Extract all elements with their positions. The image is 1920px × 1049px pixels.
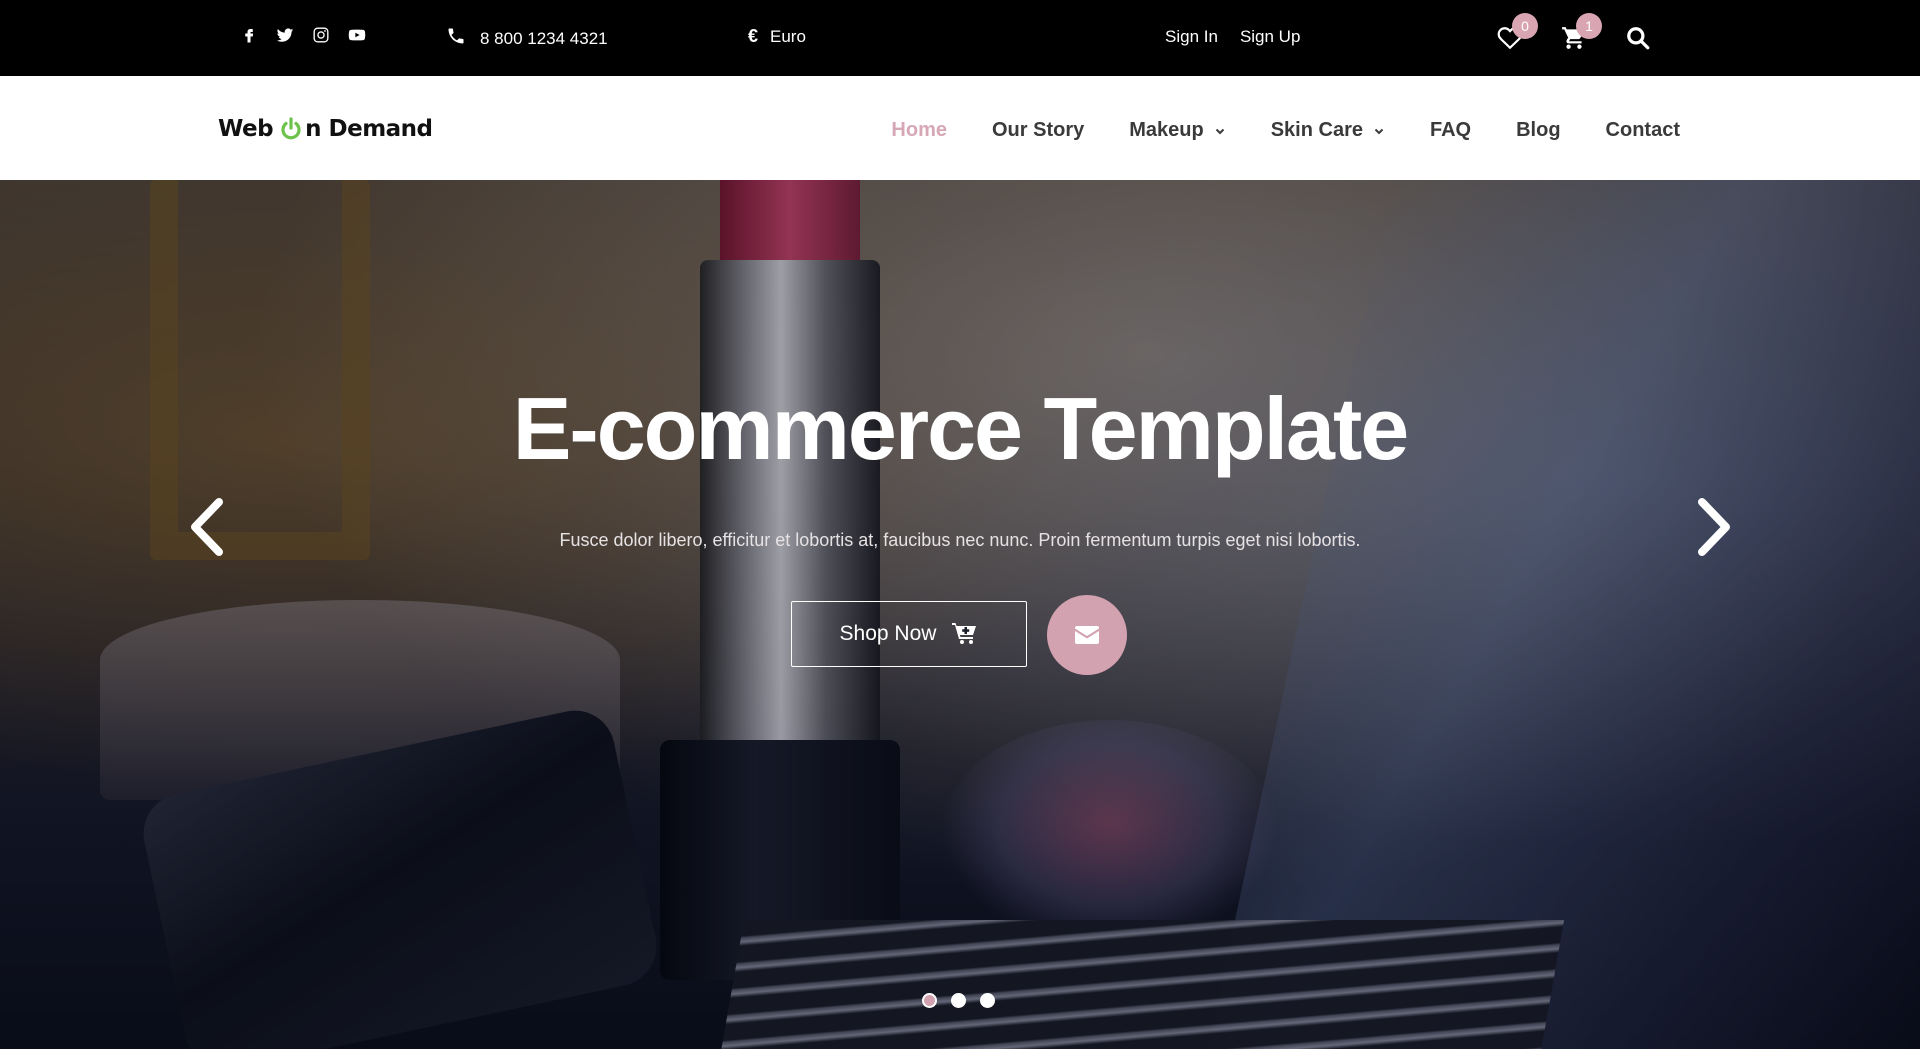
power-icon: [281, 117, 301, 140]
slider-pagination: [922, 993, 995, 1008]
sign-in-link[interactable]: Sign In: [1165, 27, 1218, 47]
youtube-icon[interactable]: [346, 24, 368, 46]
facebook-icon[interactable]: [238, 24, 260, 46]
phone-contact[interactable]: 8 800 1234 4321: [446, 26, 608, 51]
nav-item-label: Skin Care: [1270, 119, 1363, 141]
nav-item-label: Home: [891, 119, 947, 141]
sign-up-link[interactable]: Sign Up: [1240, 27, 1300, 47]
cart-count-badge: 1: [1576, 13, 1602, 39]
site-logo[interactable]: Web n Demand: [218, 116, 433, 142]
nav-item-contact[interactable]: Contact: [1606, 119, 1680, 142]
phone-icon: [446, 26, 466, 51]
cart-plus-icon: [952, 623, 977, 644]
phone-number: 8 800 1234 4321: [480, 28, 608, 48]
chevron-left-icon: [191, 498, 223, 556]
nav-item-label: Our Story: [992, 119, 1085, 141]
nav-item-label: FAQ: [1429, 119, 1472, 141]
slider-dot-1[interactable]: [922, 993, 937, 1008]
slider-next-button[interactable]: [1684, 492, 1744, 562]
chevron-down-icon: [1215, 128, 1224, 134]
currency-selector[interactable]: € Euro: [748, 26, 806, 47]
nav-item-our-story[interactable]: Our Story: [992, 119, 1084, 142]
main-navbar: Web n Demand Home Our Story Makeup Skin …: [0, 76, 1920, 180]
logo-text-web: Web: [218, 116, 274, 142]
instagram-icon[interactable]: [310, 24, 332, 46]
nav-item-label: Blog: [1516, 119, 1561, 141]
euro-icon: €: [748, 26, 759, 46]
shop-now-label: Shop Now: [839, 622, 937, 645]
nav-item-label: Contact: [1605, 119, 1680, 141]
envelope-icon: [1075, 626, 1099, 644]
slider-dot-3[interactable]: [980, 993, 995, 1008]
primary-nav: Home Our Story Makeup Skin Care FAQ Blog…: [846, 119, 1680, 142]
chevron-down-icon: [1374, 128, 1384, 134]
wishlist-button[interactable]: 0: [1490, 13, 1538, 58]
top-bar: 8 800 1234 4321 € Euro Sign In Sign Up 0…: [0, 0, 1920, 76]
slider-prev-button[interactable]: [177, 492, 237, 562]
contact-mail-button[interactable]: [1047, 595, 1127, 675]
search-icon: [1627, 27, 1650, 50]
nav-item-blog[interactable]: Blog: [1516, 119, 1560, 142]
slider-dot-2[interactable]: [951, 993, 966, 1008]
nav-item-makeup[interactable]: Makeup: [1129, 119, 1225, 142]
shop-now-button[interactable]: Shop Now: [791, 601, 1027, 667]
chevron-right-icon: [1698, 498, 1730, 556]
search-button[interactable]: [1618, 18, 1658, 58]
social-links: [238, 24, 368, 46]
hero-title: E-commerce Template: [512, 379, 1410, 478]
nav-item-skin-care[interactable]: Skin Care: [1271, 119, 1385, 142]
nav-item-label: Makeup: [1129, 119, 1204, 141]
auth-links: Sign In Sign Up: [1165, 27, 1300, 47]
hero-slider: E-commerce Template Fusce dolor libero, …: [0, 180, 1920, 1049]
wishlist-count-badge: 0: [1512, 13, 1538, 39]
header-tools: 0 1: [1490, 13, 1658, 58]
logo-text-demand: n Demand: [305, 116, 433, 142]
twitter-icon[interactable]: [274, 24, 296, 46]
hero-subtitle: Fusce dolor libero, efficitur et loborti…: [559, 530, 1361, 550]
nav-item-faq[interactable]: FAQ: [1430, 119, 1471, 142]
currency-label: Euro: [770, 26, 806, 46]
cart-button[interactable]: 1: [1554, 13, 1602, 58]
nav-item-home[interactable]: Home: [891, 119, 947, 142]
